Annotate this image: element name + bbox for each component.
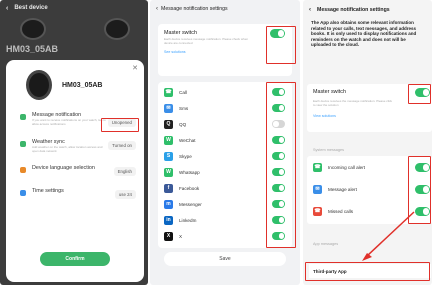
see-solutions-link[interactable]: See solutions (164, 50, 186, 54)
app-name: Skype (179, 153, 192, 159)
whatsapp-icon: W (164, 167, 173, 177)
setting-title: Device language selection (32, 165, 95, 172)
linkedin-icon: in (164, 215, 173, 225)
notification-settings-screen-new: ‹ Message notification settings The App … (303, 0, 432, 285)
system-item-name: Missed calls (328, 208, 354, 214)
app-name: LinkedIn (179, 217, 197, 223)
top-bar-title: Best device (14, 5, 48, 11)
page-title: Message notification settings (161, 6, 228, 12)
setting-value[interactable]: English (113, 167, 136, 177)
confirm-button[interactable]: Confirm (40, 252, 110, 266)
messenger-icon: m (164, 199, 173, 209)
clock-icon (20, 190, 26, 197)
wechat-icon: W (164, 135, 173, 145)
top-bar: ‹ Message notification settings (303, 0, 432, 20)
setting-weather-sync[interactable]: Weather sync Add weather on the watch, a… (6, 139, 144, 153)
app-messages-label: App messages (313, 242, 339, 246)
device-settings-sheet: ✕ HM03_05AB Message notification If you … (6, 60, 144, 282)
app-name: Messenger (179, 201, 202, 207)
master-switch-label: Master switch (164, 30, 197, 36)
facebook-icon: f (164, 183, 173, 193)
setting-device-language[interactable]: Device language selection English (6, 165, 144, 177)
master-switch-label: Master switch (313, 89, 346, 95)
master-switch-desc: Each device receives the message notific… (313, 99, 393, 107)
x-icon: X (164, 231, 173, 241)
device-name: HM03_05AB (62, 81, 103, 89)
setting-value[interactable]: Turned on (108, 141, 136, 150)
back-icon[interactable]: ‹ (309, 7, 311, 13)
notification-settings-screen: ‹ Message notification settings Master s… (150, 0, 300, 285)
save-button[interactable]: Save (164, 252, 286, 266)
master-switch-desc: Each device receives message notificatio… (164, 37, 249, 45)
setting-desc: Add weather on the watch, allow location… (32, 145, 103, 153)
view-solutions-link[interactable]: View solutions (313, 114, 336, 118)
message-icon: ✉ (313, 184, 322, 194)
language-icon (20, 167, 26, 174)
weather-icon (20, 141, 26, 147)
privacy-notice: The App also obtains some relevant infor… (311, 20, 417, 48)
arrow-annotation (362, 211, 415, 261)
top-bar: ‹ Message notification settings (150, 0, 300, 18)
app-name: Sms (179, 105, 189, 111)
highlight-box (266, 82, 296, 248)
app-name: QQ (179, 121, 187, 127)
app-name: Facebook (179, 185, 200, 191)
sms-icon: ✉ (164, 103, 173, 113)
background-watch-icon (104, 18, 130, 40)
setting-value[interactable]: use 24 (114, 190, 136, 200)
app-name: Call (179, 89, 187, 95)
highlight-box (408, 84, 431, 104)
watch-icon (26, 70, 52, 100)
skype-icon: S (164, 151, 173, 161)
qq-icon: Q (164, 119, 173, 129)
highlight-box (305, 262, 430, 281)
back-icon[interactable]: ‹ (156, 6, 158, 12)
close-icon[interactable]: ✕ (132, 64, 138, 72)
setting-desc: If you want to receive notifications on … (32, 118, 106, 126)
top-bar: ‹ Best device (0, 0, 148, 16)
phone-icon: ☎ (313, 162, 322, 172)
app-name: Whatsapp (179, 169, 200, 175)
call-icon: ☎ (164, 87, 173, 97)
message-icon (20, 114, 26, 120)
app-name: X (179, 233, 183, 239)
back-icon[interactable]: ‹ (6, 5, 8, 12)
device-screen: ‹ Best device HM03_05AB ✕ HM03_05AB Mess… (0, 0, 148, 285)
app-name: WeChat (179, 137, 196, 143)
highlight-box (266, 26, 296, 64)
missed-call-icon: ☎ (313, 206, 322, 216)
screenshot-collage: ‹ Best device HM03_05AB ✕ HM03_05AB Mess… (0, 0, 432, 285)
setting-title: Time settings (32, 188, 64, 195)
system-messages-label: System messages (313, 148, 345, 152)
system-item-name: Incoming call alert (328, 164, 366, 170)
page-title: Message notification settings (317, 7, 390, 13)
background-watch-icon (20, 18, 46, 40)
background-device-name: HM03_05AB (6, 44, 59, 54)
setting-time[interactable]: Time settings use 24 (6, 188, 144, 200)
highlight-box (101, 118, 139, 132)
system-item-name: Message alert (328, 186, 357, 192)
device-header: HM03_05AB (6, 60, 144, 100)
